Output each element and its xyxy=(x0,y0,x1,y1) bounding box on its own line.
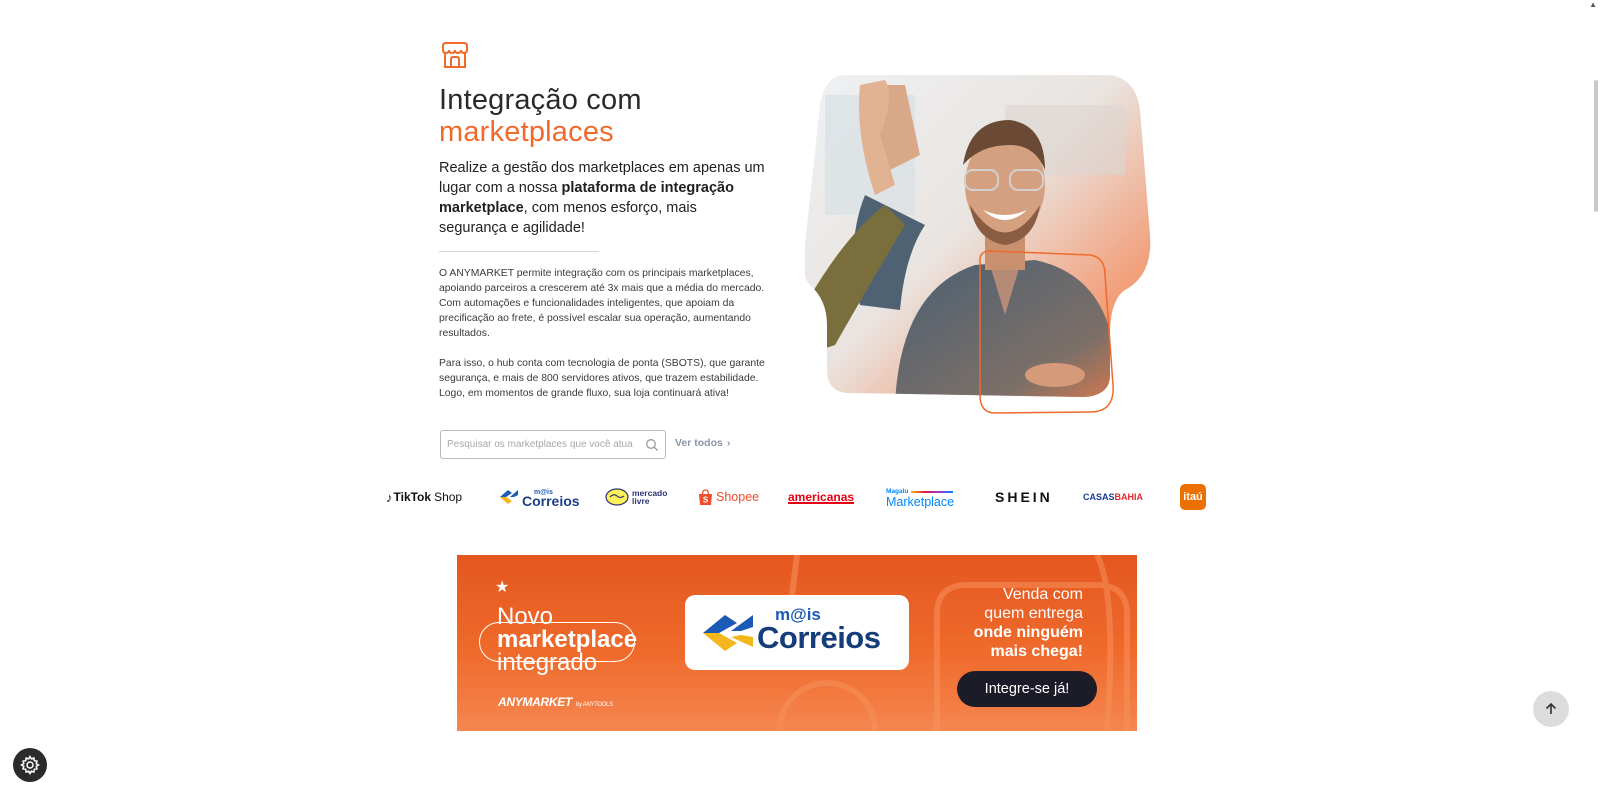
scroll-up-arrow-icon[interactable]: ▲ xyxy=(1589,0,1597,9)
mais-correios-logo[interactable]: m@is Correios xyxy=(498,482,580,512)
anymarket-logo: ANYMARKET by ANYTOOLS xyxy=(498,695,613,709)
shopee-logo[interactable]: S Shopee xyxy=(698,482,759,512)
correios-arrow-icon xyxy=(703,615,753,651)
shopee-bag-icon: S xyxy=(699,488,712,505)
see-all-label: Ver todos xyxy=(675,437,723,449)
magalu-stripe xyxy=(911,491,954,493)
banner-headline-2: marketplace xyxy=(497,626,638,653)
shein-logo[interactable]: SHEIN xyxy=(995,482,1053,512)
correios-label: Correios xyxy=(522,493,580,509)
tagline-3: onde ninguém xyxy=(973,624,1083,641)
casas-bahia-logo[interactable]: CASAS BAHIA xyxy=(1083,482,1143,512)
mercado-livre-handshake-icon xyxy=(605,488,629,506)
integrate-now-button[interactable]: Integre-se já! xyxy=(957,671,1097,707)
tiktok-note-icon: ♪ xyxy=(386,489,393,505)
divider xyxy=(439,251,599,252)
marketplace-logos: ♪ TikTok Shop m@is Correios mercado livr… xyxy=(380,482,1210,512)
mercado-livre-logo[interactable]: mercado livre xyxy=(605,482,667,512)
cookie-settings-button[interactable] xyxy=(13,748,47,782)
page-scrollbar[interactable]: ▲ xyxy=(1586,0,1600,795)
title-line-1: Integração com xyxy=(439,84,642,116)
card-correios-label: Correios xyxy=(757,620,881,655)
scrollbar-thumb[interactable] xyxy=(1594,80,1598,212)
americanas-logo[interactable]: americanas xyxy=(788,482,854,512)
livre-label: livre xyxy=(632,496,650,506)
americanas-label: americanas xyxy=(788,490,855,504)
banner-tagline: Venda com quem entrega onde ninguém mais… xyxy=(974,585,1083,661)
marketplace-search xyxy=(440,430,666,459)
itau-logo[interactable]: itaú xyxy=(1180,482,1206,512)
paragraph-2: Para isso, o hub conta com tecnologia de… xyxy=(439,358,765,399)
chevron-right-icon: › xyxy=(726,437,731,449)
hero-image xyxy=(805,75,1151,414)
tagline-1: Venda com xyxy=(1002,586,1083,603)
store-icon xyxy=(442,42,468,68)
banner-headline-1: Novo xyxy=(497,603,554,630)
correios-arrow-icon xyxy=(500,490,518,504)
tagline-2: quem entrega xyxy=(984,605,1083,622)
magalu-marketplace-label: Marketplace xyxy=(886,495,955,509)
back-to-top-button[interactable] xyxy=(1533,691,1569,727)
shopee-label: Shopee xyxy=(716,490,760,504)
title-line-2: marketplaces xyxy=(439,116,614,148)
casas-label: CASAS xyxy=(1083,492,1115,502)
gear-icon xyxy=(20,755,40,775)
tagline-4: mais chega! xyxy=(990,643,1083,660)
magalu-marketplace-logo[interactable]: Magalu Marketplace xyxy=(886,482,954,512)
star-icon: ★ xyxy=(495,579,510,596)
itau-label: itaú xyxy=(1180,484,1206,510)
search-icon[interactable] xyxy=(645,438,659,452)
arrow-up-icon xyxy=(1545,702,1557,714)
anytools-label: by ANYTOOLS xyxy=(575,702,613,708)
svg-text:S: S xyxy=(703,495,709,504)
anymarket-label: ANYMARKET xyxy=(498,695,572,709)
bahia-label: BAHIA xyxy=(1114,492,1144,502)
banner-headline-3: integrado xyxy=(497,649,598,676)
section-lead: Realize a gestão dos marketplaces em ape… xyxy=(439,158,765,238)
marketplace-search-input[interactable] xyxy=(447,431,637,458)
tiktok-shop-logo[interactable]: ♪ TikTok Shop xyxy=(386,482,462,512)
tiktok-label: TikTok xyxy=(393,490,432,504)
correios-promo-banner[interactable]: ★ Novo marketplace integrado ANYMARKET by… xyxy=(457,555,1137,731)
section-title: Integração com marketplaces xyxy=(439,84,642,148)
tiktok-shop-label: Shop xyxy=(434,490,463,504)
banner-headline: Novo marketplace integrado xyxy=(497,603,638,676)
mais-correios-card: m@is Correios xyxy=(685,595,909,670)
shein-label: SHEIN xyxy=(995,489,1053,505)
paragraph-1: O ANYMARKET permite integração com os pr… xyxy=(439,268,765,339)
see-all-link[interactable]: Ver todos › xyxy=(675,437,730,449)
